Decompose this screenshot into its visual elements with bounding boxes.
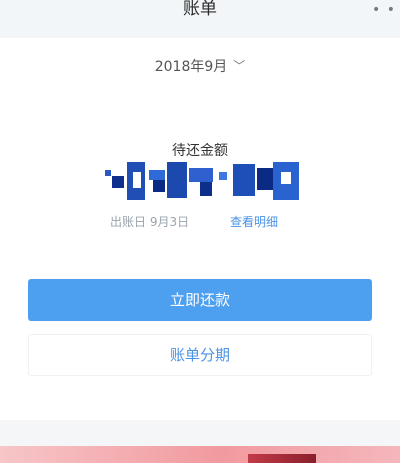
more-dots-icon[interactable]: • • [372, 2, 396, 18]
installment-button[interactable]: 账单分期 [28, 334, 372, 376]
promo-banner-image [248, 454, 316, 463]
promo-banner[interactable] [0, 446, 400, 463]
chevron-down-icon: ﹀ [233, 59, 246, 73]
header-bar: 账单 • • [0, 0, 400, 38]
month-label: 2018年9月 [154, 59, 228, 75]
amount-value-obscured [105, 162, 300, 204]
page-title: 账单 [183, 0, 217, 19]
view-details-link[interactable]: 查看明细 [230, 213, 278, 230]
repay-now-button[interactable]: 立即还款 [28, 279, 372, 321]
month-selector[interactable]: 2018年9月 ﹀ [0, 56, 400, 76]
amount-label: 待还金额 [172, 143, 228, 159]
statement-date: 出账日 9月3日 [110, 215, 190, 229]
